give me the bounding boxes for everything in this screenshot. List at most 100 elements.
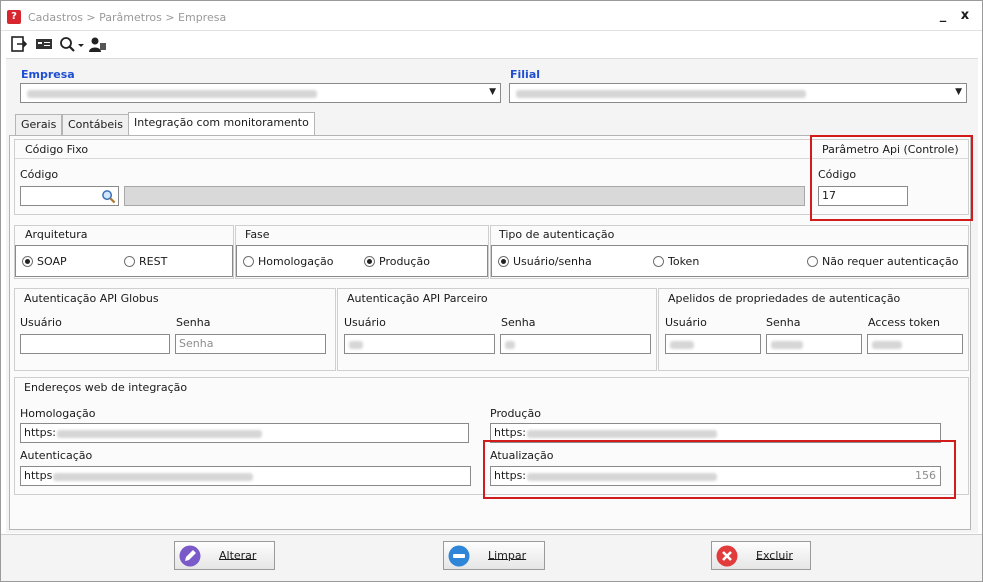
radio-dot-icon	[124, 256, 135, 267]
radio-dot-icon	[498, 256, 509, 267]
radio-homologacao-label: Homologação	[258, 255, 334, 268]
apelidos-usuario-input[interactable]	[665, 334, 761, 354]
fase-title: Fase	[245, 228, 270, 241]
card-icon[interactable]	[35, 36, 53, 52]
user-icon[interactable]	[89, 36, 107, 52]
radio-usuario-senha-label: Usuário/senha	[513, 255, 592, 268]
redacted-text	[872, 341, 902, 349]
filial-label: Filial	[510, 68, 541, 81]
autenticacao-label: Autenticação	[20, 449, 93, 462]
tab-contabeis[interactable]: Contábeis	[62, 114, 129, 136]
radio-usuario-senha[interactable]: Usuário/senha	[498, 256, 592, 268]
apelidos-token-label: Access token	[868, 316, 940, 329]
radio-soap-label: SOAP	[37, 255, 67, 268]
radio-dot-icon	[243, 256, 254, 267]
alterar-button[interactable]: Alterar	[174, 541, 275, 570]
window-title: Cadastros > Parâmetros > Empresa	[28, 11, 227, 24]
redacted-text	[57, 430, 262, 438]
radio-homologacao[interactable]: Homologação	[243, 256, 333, 268]
apelidos-token-input[interactable]	[867, 334, 963, 354]
empresa-redacted-text	[27, 90, 317, 98]
excluir-button[interactable]: Excluir	[711, 541, 811, 570]
radio-rest-label: REST	[139, 255, 168, 268]
search-dropdown-icon[interactable]	[59, 36, 85, 52]
excluir-button-label: Excluir	[756, 549, 793, 562]
limpar-button-label: Limpar	[488, 549, 527, 562]
redacted-text	[349, 341, 363, 349]
codigo-fixo-descricao-input	[124, 186, 805, 206]
redacted-text	[670, 341, 694, 349]
radio-dot-icon	[22, 256, 33, 267]
homologacao-url-input[interactable]: https:	[20, 423, 469, 443]
edit-pencil-icon	[179, 545, 201, 567]
clear-minus-icon	[448, 545, 470, 567]
apelidos-title: Apelidos de propriedades de autenticação	[668, 292, 901, 305]
exit-icon[interactable]	[11, 36, 27, 52]
arquitetura-title: Arquitetura	[25, 228, 88, 241]
delete-x-icon	[716, 545, 738, 567]
aut-parceiro-usuario-input[interactable]	[344, 334, 495, 354]
aut-parceiro-usuario-label: Usuário	[344, 316, 386, 329]
tab-integracao-monitoramento[interactable]: Integração com monitoramento	[128, 112, 315, 136]
empresa-select[interactable]: ▼	[20, 83, 501, 103]
radio-producao-label: Produção	[379, 255, 430, 268]
aut-parceiro-title: Autenticação API Parceiro	[347, 292, 488, 305]
homologacao-label: Homologação	[20, 407, 96, 420]
highlight-box-param-api	[810, 135, 973, 221]
app-logo-icon: ?	[7, 10, 21, 24]
redacted-text	[771, 341, 803, 349]
autenticacao-url-prefix: https	[24, 469, 53, 482]
limpar-button[interactable]: Limpar	[443, 541, 545, 570]
chevron-down-icon: ▼	[955, 87, 962, 97]
redacted-text	[505, 341, 515, 349]
enderecos-title: Endereços web de integração	[24, 381, 188, 394]
aut-globus-senha-placeholder: Senha	[179, 337, 214, 350]
search-icon[interactable]	[101, 189, 116, 204]
radio-producao[interactable]: Produção	[364, 256, 430, 268]
chevron-down-icon: ▼	[489, 87, 496, 97]
radio-soap[interactable]: SOAP	[22, 256, 67, 268]
radio-token-label: Token	[668, 255, 700, 268]
aut-globus-usuario-input[interactable]	[20, 334, 170, 354]
radio-dot-icon	[364, 256, 375, 267]
homologacao-url-prefix: https:	[24, 426, 57, 439]
tipo-autenticacao-radio-box: Usuário/senha Token Não requer autentica…	[491, 245, 968, 277]
codigo-fixo-codigo-label: Código	[20, 168, 59, 181]
alterar-button-label: Alterar	[219, 549, 257, 562]
tab-gerais[interactable]: Gerais	[15, 114, 63, 136]
radio-token[interactable]: Token	[653, 256, 699, 268]
minimize-button[interactable]: _	[934, 7, 952, 25]
filial-select[interactable]: ▼	[509, 83, 967, 103]
aut-globus-senha-label: Senha	[176, 316, 211, 329]
radio-dot-icon	[653, 256, 664, 267]
highlight-box-atualizacao	[483, 440, 956, 499]
main-window: ? Cadastros > Parâmetros > Empresa _ x E…	[0, 0, 983, 582]
radio-nao-requer[interactable]: Não requer autenticação	[807, 256, 958, 268]
aut-globus-usuario-label: Usuário	[20, 316, 62, 329]
empresa-label: Empresa	[21, 68, 75, 81]
radio-nao-requer-label: Não requer autenticação	[822, 255, 959, 268]
apelidos-senha-input[interactable]	[766, 334, 862, 354]
producao-label: Produção	[490, 407, 541, 420]
close-button[interactable]: x	[956, 7, 974, 25]
producao-url-prefix: https:	[494, 426, 527, 439]
aut-globus-senha-input[interactable]: Senha	[175, 334, 326, 354]
fase-radio-box: Homologação Produção	[236, 245, 488, 277]
apelidos-senha-label: Senha	[766, 316, 801, 329]
filial-redacted-text	[516, 90, 806, 98]
aut-parceiro-senha-input[interactable]	[500, 334, 651, 354]
aut-parceiro-senha-label: Senha	[501, 316, 536, 329]
radio-dot-icon	[807, 256, 818, 267]
codigo-fixo-title: Código Fixo	[25, 143, 89, 156]
aut-globus-title: Autenticação API Globus	[24, 292, 159, 305]
autenticacao-url-input[interactable]: https	[20, 466, 471, 486]
arquitetura-radio-box: SOAP REST	[15, 245, 233, 277]
redacted-text	[53, 473, 253, 481]
title-bar: ? Cadastros > Parâmetros > Empresa _ x	[1, 1, 982, 31]
apelidos-usuario-label: Usuário	[665, 316, 707, 329]
redacted-text	[527, 430, 717, 438]
radio-rest[interactable]: REST	[124, 256, 167, 268]
tipo-autenticacao-title: Tipo de autenticação	[499, 228, 615, 241]
toolbar	[1, 32, 982, 57]
codigo-fixo-codigo-input[interactable]	[20, 186, 119, 206]
